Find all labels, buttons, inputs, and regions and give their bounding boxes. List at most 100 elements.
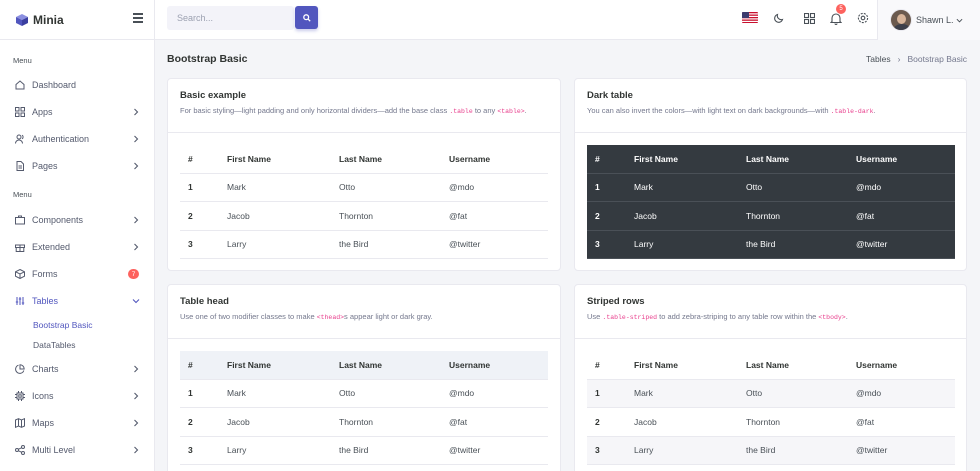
table-cell: Larry — [219, 436, 331, 465]
card-description: For basic styling—light padding and only… — [180, 106, 527, 115]
table-cell: 2 — [180, 407, 219, 437]
logo-icon — [16, 14, 28, 26]
table-row: 3 Larry the Bird @twitter — [180, 230, 548, 259]
table-cell: Jacob — [626, 407, 738, 437]
column-header: Username — [441, 351, 548, 380]
page-title: Bootstrap Basic — [167, 53, 248, 65]
chevron-right-icon — [134, 392, 139, 400]
gear-icon[interactable] — [856, 11, 870, 25]
table-cell: 2 — [180, 201, 219, 231]
sidebar-item-label: Pages — [32, 161, 58, 171]
sidebar-item-extended[interactable]: Extended — [0, 236, 155, 258]
sidebar-item-authentication[interactable]: Authentication — [0, 128, 155, 150]
table-cell: Thornton — [331, 407, 441, 437]
us-flag-icon[interactable] — [742, 12, 758, 23]
table-row: 2 Jacob Thornton @fat — [587, 407, 955, 437]
column-header: First Name — [626, 145, 738, 174]
table-cell: Mark — [219, 173, 331, 202]
breadcrumb: Tables › Bootstrap Basic — [866, 54, 967, 64]
table-cell: @twitter — [848, 230, 955, 259]
column-header: # — [587, 351, 626, 380]
card-table-head: Table head Use one of two modifier class… — [167, 284, 561, 471]
sidebar-item-charts[interactable]: Charts — [0, 358, 155, 380]
table-cell: @twitter — [848, 436, 955, 465]
card-description: Use .table-striped to add zebra-striping… — [587, 312, 848, 321]
menu-title: Menu — [13, 190, 32, 199]
sidebar-item-components[interactable]: Components — [0, 209, 155, 231]
table-cell: 3 — [180, 436, 219, 465]
table-cell: 1 — [587, 173, 626, 202]
sidebar-item-label: Forms — [32, 269, 58, 279]
sidebar-item-label: Icons — [32, 391, 54, 401]
column-header: Last Name — [331, 145, 441, 174]
table-row: 3 Larry the Bird @twitter — [587, 230, 955, 259]
chevron-right-icon — [134, 243, 139, 251]
table-row: 3 Larry the Bird @twitter — [587, 436, 955, 465]
sidebar-item-tables[interactable]: Tables — [0, 290, 155, 312]
sidebar-subitem-datatables[interactable]: DataTables — [33, 340, 76, 350]
sidebar-subitem-bootstrap-basic[interactable]: Bootstrap Basic — [33, 320, 93, 330]
sidebar-item-forms[interactable]: Forms 7 — [0, 263, 155, 285]
breadcrumb-separator-icon: › — [897, 54, 901, 64]
card-striped-rows: Striped rows Use .table-striped to add z… — [574, 284, 967, 471]
breadcrumb-link[interactable]: Tables — [866, 54, 891, 64]
chevron-right-icon — [134, 365, 139, 373]
sidebar-item-icons[interactable]: Icons — [0, 385, 155, 407]
briefcase-icon — [15, 215, 25, 225]
chevron-right-icon — [134, 216, 139, 224]
gift-icon — [15, 242, 25, 252]
column-header: Last Name — [331, 351, 441, 380]
brand[interactable]: Minia — [0, 0, 155, 40]
table-cell: Otto — [738, 379, 848, 408]
map-icon — [15, 418, 25, 428]
dark-table: # First Name Last Name Username 1 Mark Ott… — [587, 145, 955, 259]
table-cell: @fat — [848, 201, 955, 231]
table-cell: @mdo — [441, 173, 548, 202]
card-header: Striped rows Use .table-striped to add z… — [575, 285, 966, 339]
column-header: Username — [848, 351, 955, 380]
table-row: 1 Mark Otto @mdo — [180, 379, 548, 408]
table-head-table: # First Name Last Name Username 1 Mark Ott… — [180, 351, 548, 465]
card-description: You can also invert the colors—with ligh… — [587, 106, 876, 115]
chevron-right-icon — [134, 135, 139, 143]
table-row: 1 Mark Otto @mdo — [587, 173, 955, 202]
table-cell: Otto — [331, 173, 441, 202]
table-cell: 1 — [180, 173, 219, 202]
sidebar: Menu Dashboard Apps Authentication Pages… — [0, 40, 155, 471]
sidebar-item-multi-level[interactable]: Multi Level — [0, 439, 155, 461]
table-cell: Mark — [219, 379, 331, 408]
chevron-right-icon — [134, 446, 139, 454]
table-cell: 2 — [587, 201, 626, 231]
table-header-row: # First Name Last Name Username — [180, 351, 548, 380]
chevron-right-icon — [134, 108, 139, 116]
sidebar-item-maps[interactable]: Maps — [0, 412, 155, 434]
apps-grid-icon[interactable] — [802, 11, 816, 25]
menu-toggle-button[interactable] — [133, 13, 143, 23]
table-cell: Jacob — [219, 201, 331, 231]
table-cell: the Bird — [738, 436, 848, 465]
column-header: # — [180, 351, 219, 380]
table-cell: the Bird — [331, 230, 441, 259]
sidebar-item-label: Authentication — [32, 134, 90, 144]
striped-table: # First Name Last Name Username 1 Mark Ott… — [587, 351, 955, 465]
table-cell: Larry — [626, 230, 738, 259]
sidebar-item-dashboard[interactable]: Dashboard — [0, 74, 155, 96]
basic-table: # First Name Last Name Username 1 Mark Ott… — [180, 145, 548, 259]
card-header: Table head Use one of two modifier class… — [168, 285, 560, 339]
table-cell: Otto — [738, 173, 848, 202]
card-title: Striped rows — [587, 296, 645, 307]
menu-title: Menu — [13, 56, 32, 65]
search-button[interactable] — [295, 6, 318, 29]
search-input[interactable] — [167, 6, 294, 30]
sidebar-item-pages[interactable]: Pages — [0, 155, 155, 177]
users-icon — [15, 134, 25, 144]
sidebar-item-apps[interactable]: Apps — [0, 101, 155, 123]
user-menu[interactable]: Shawn L. — [877, 0, 980, 40]
column-header: Last Name — [738, 145, 848, 174]
moon-icon[interactable] — [772, 11, 786, 25]
table-cell: Larry — [219, 230, 331, 259]
chevron-down-icon — [132, 299, 140, 304]
table-cell: Mark — [626, 379, 738, 408]
column-header: First Name — [219, 351, 331, 380]
table-cell: 1 — [180, 379, 219, 408]
